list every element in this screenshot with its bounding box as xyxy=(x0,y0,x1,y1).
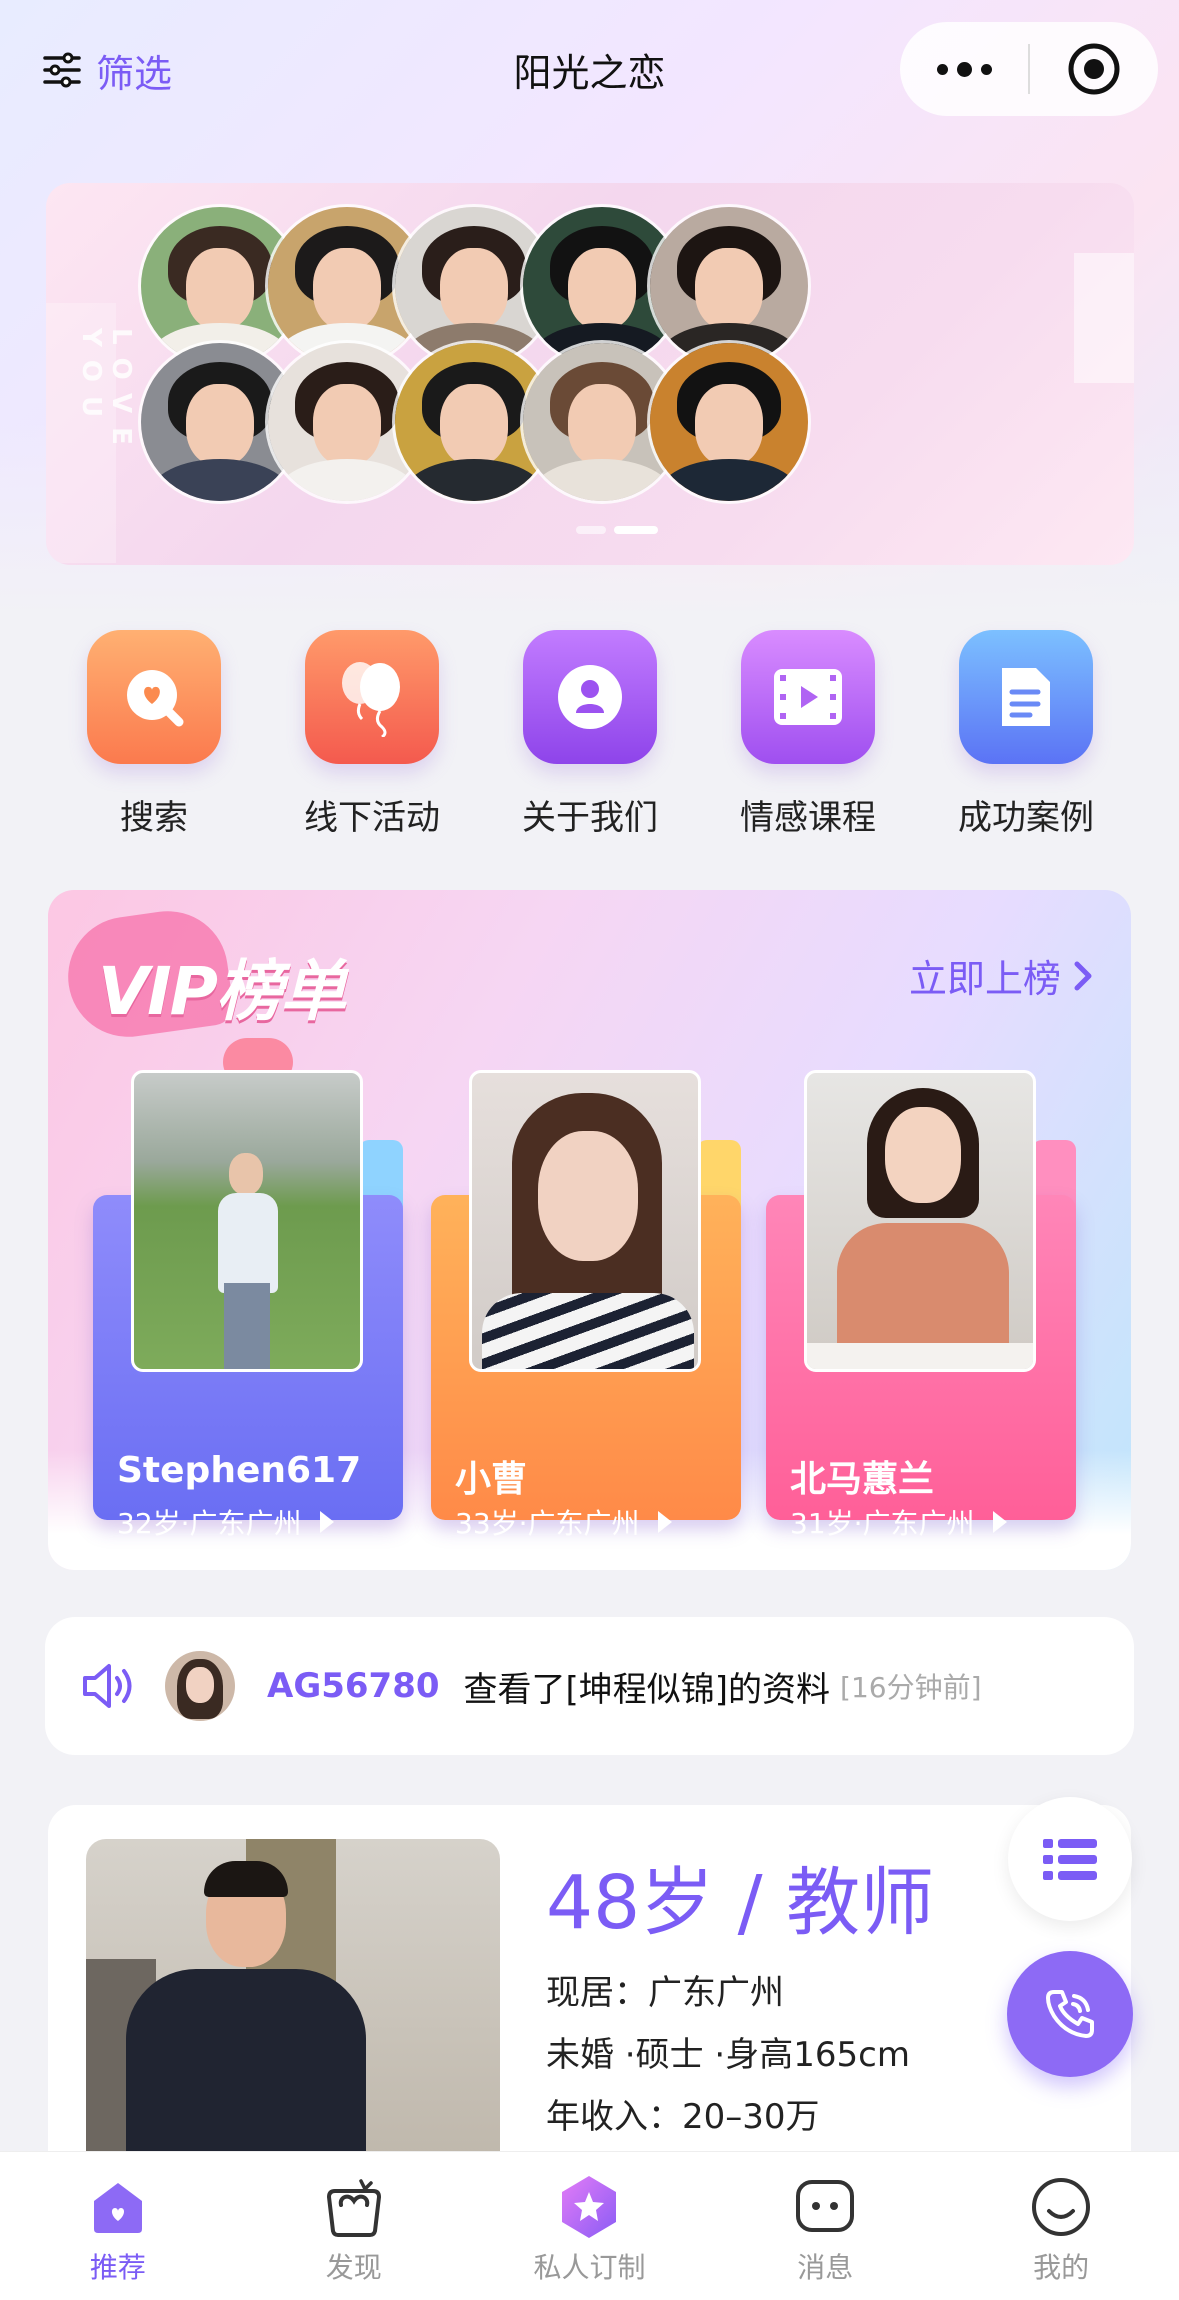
play-icon xyxy=(319,1511,334,1533)
quick-item-offline-events[interactable]: 线下活动 xyxy=(263,630,481,850)
vip-member-card[interactable]: 北马蕙兰 31岁·广东广州 xyxy=(766,1070,1076,1540)
quick-label: 线下活动 xyxy=(304,798,440,838)
play-icon xyxy=(657,1511,672,1533)
vip-logo-text: VIP榜单 xyxy=(98,953,346,1030)
member-info-text: 33岁·广东广州 xyxy=(455,1507,640,1540)
quick-item-courses[interactable]: 情感课程 xyxy=(699,630,917,850)
quick-icon-bg xyxy=(523,630,657,764)
video-icon xyxy=(774,669,842,725)
quick-label: 成功案例 xyxy=(958,798,1094,838)
vip-join-link[interactable]: 立即上榜 xyxy=(909,948,1093,1003)
profile-details: 未婚 ·硕士 ·身高165cm xyxy=(546,2035,910,2075)
play-icon xyxy=(992,1511,1007,1533)
list-icon xyxy=(1043,1839,1097,1880)
quick-menu: 搜索 线下活动 关于我们 情感课程 成功案例 xyxy=(45,630,1135,850)
tab-discover[interactable]: 发现 xyxy=(236,2152,472,2300)
quick-label: 情感课程 xyxy=(740,798,876,838)
tab-bar: 推荐 发现 私人订制 消息 我的 xyxy=(0,2151,1179,2300)
member-photo xyxy=(804,1070,1036,1372)
vip-ranking-card: VIP榜单 立即上榜 Stephen617 32岁·广东广州 小曹 33岁·广东… xyxy=(48,890,1131,1570)
profile-headline: 48岁 / 教师 xyxy=(546,1860,935,1946)
phone-icon xyxy=(1046,1990,1094,2038)
profile-income: 年收入：20–30万 xyxy=(546,2097,820,2137)
quick-item-about-us[interactable]: 关于我们 xyxy=(481,630,699,850)
target-icon xyxy=(1068,43,1120,95)
avatar xyxy=(165,1651,235,1721)
balloon-icon xyxy=(342,662,400,737)
banner-side-text: LOVE YOU xyxy=(76,328,136,459)
tab-label: 推荐 xyxy=(89,2251,146,2284)
banner-indicator xyxy=(576,526,658,534)
vip-member-card[interactable]: Stephen617 32岁·广东广州 xyxy=(93,1070,403,1540)
speaker-icon xyxy=(83,1664,132,1708)
vip-join-label: 立即上榜 xyxy=(908,957,1061,1001)
vip-logo: VIP榜单 xyxy=(60,903,428,1086)
tab-recommend[interactable]: 推荐 xyxy=(0,2152,236,2300)
member-name: 小曹 xyxy=(455,1459,528,1500)
tab-label: 发现 xyxy=(325,2251,382,2284)
quick-item-success-cases[interactable]: 成功案例 xyxy=(917,630,1135,850)
quick-label: 关于我们 xyxy=(522,798,658,838)
tab-mine[interactable]: 我的 xyxy=(943,2152,1179,2300)
member-info: 32岁·广东广州 xyxy=(117,1502,334,1542)
user-circle-icon xyxy=(558,665,622,729)
tab-messages[interactable]: 消息 xyxy=(707,2152,943,2300)
activity-notice[interactable]: AG56780 查看了[坤程似锦]的资料 [16分钟前] xyxy=(45,1617,1134,1755)
quick-icon-bg xyxy=(305,630,439,764)
member-photo xyxy=(131,1070,363,1372)
tab-private-custom[interactable]: 私人订制 xyxy=(472,2152,708,2300)
quick-icon-bg xyxy=(87,630,221,764)
notice-username: AG56780 xyxy=(267,1666,440,1706)
member-info-text: 32岁·广东广州 xyxy=(117,1507,302,1540)
profile-icon xyxy=(1032,2178,1091,2236)
member-info: 33岁·广东广州 xyxy=(455,1502,672,1542)
notice-message: 查看了[坤程似锦]的资料 xyxy=(463,1669,831,1710)
tab-label: 我的 xyxy=(1033,2251,1090,2284)
quick-item-search[interactable]: 搜索 xyxy=(45,630,263,850)
discover-icon xyxy=(326,2179,381,2237)
message-icon xyxy=(796,2180,855,2232)
member-name: 北马蕙兰 xyxy=(790,1459,935,1500)
banner-decoration xyxy=(1074,253,1134,383)
star-icon xyxy=(562,2176,617,2238)
miniprogram-capsule xyxy=(900,22,1158,116)
tab-label: 私人订制 xyxy=(533,2251,646,2284)
close-button[interactable] xyxy=(1030,22,1158,116)
search-icon xyxy=(127,670,184,727)
call-button[interactable] xyxy=(1007,1951,1133,2077)
tab-label: 消息 xyxy=(797,2251,854,2284)
vip-member-card[interactable]: 小曹 33岁·广东广州 xyxy=(431,1070,741,1540)
notice-time: [16分钟前] xyxy=(840,1671,982,1704)
nav-bar: 筛选 阳光之恋 xyxy=(0,0,1179,140)
member-name: Stephen617 xyxy=(117,1450,362,1491)
list-view-button[interactable] xyxy=(1008,1797,1132,1921)
quick-icon-bg xyxy=(959,630,1093,764)
member-photo xyxy=(469,1070,701,1372)
banner-avatar[interactable] xyxy=(647,340,811,504)
quick-label: 搜索 xyxy=(120,798,188,838)
chevron-right-icon xyxy=(1074,961,1092,990)
avatar-banner[interactable]: LOVE YOU xyxy=(46,183,1134,565)
member-info: 31岁·广东广州 xyxy=(790,1502,1007,1542)
quick-icon-bg xyxy=(741,630,875,764)
document-icon xyxy=(1002,668,1050,726)
profile-residence: 现居：广东广州 xyxy=(546,1973,784,2013)
home-icon xyxy=(93,2183,142,2233)
more-button[interactable] xyxy=(900,22,1028,116)
member-info-text: 31岁·广东广州 xyxy=(790,1507,975,1540)
